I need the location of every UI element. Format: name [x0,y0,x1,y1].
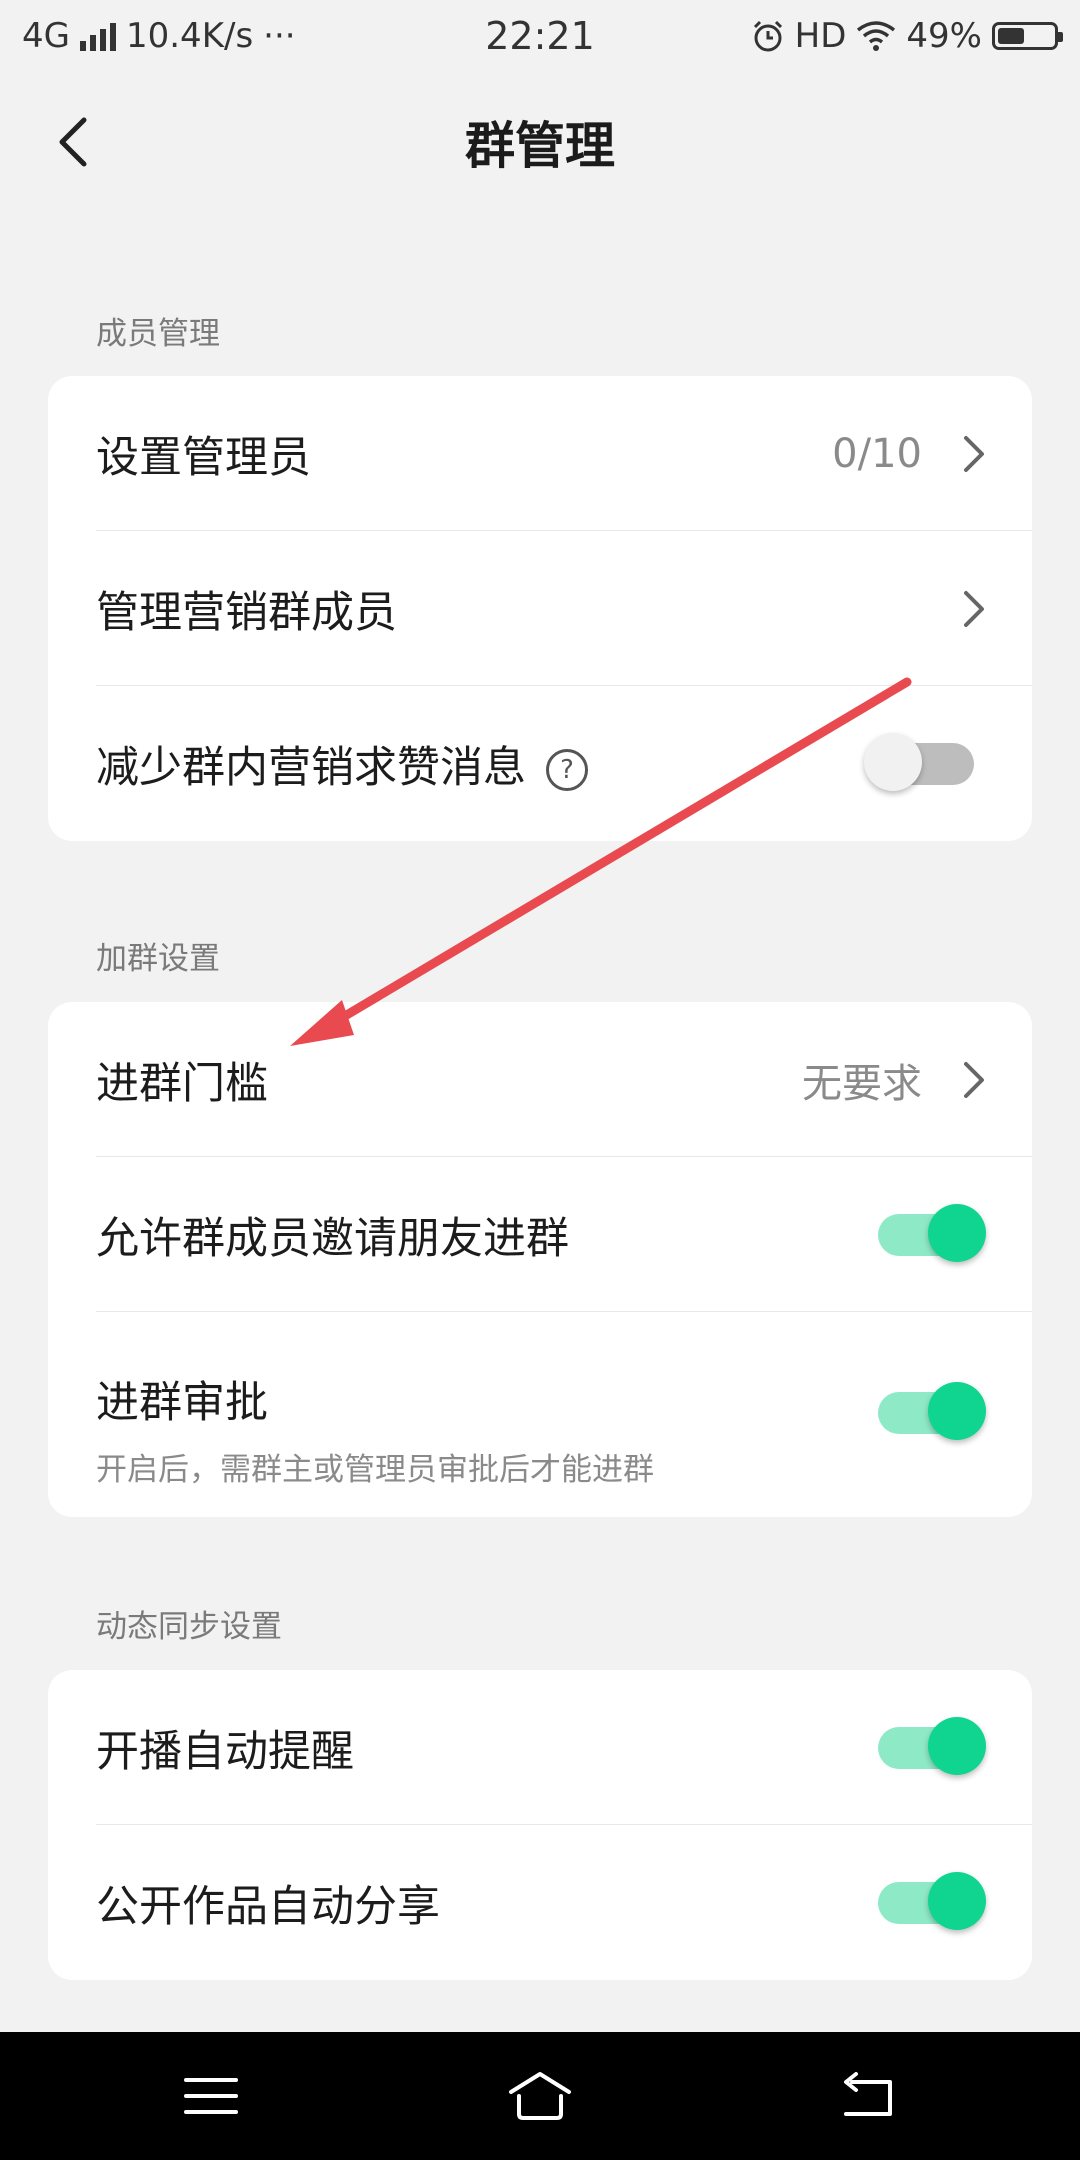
live-reminder-toggle[interactable] [878,1716,986,1775]
auto-share-toggle[interactable] [878,1871,986,1930]
return-icon[interactable] [834,2066,904,2126]
chevron-right-icon [964,1061,984,1098]
row-auto-share: 公开作品自动分享 [48,1825,1032,1980]
row-label: 管理营销群成员 [96,587,397,638]
toggle-knob [928,1871,986,1930]
toggle-knob [928,1203,986,1262]
chevron-right-icon [964,590,984,627]
threshold-value: 无要求 [802,1060,922,1107]
battery-percent: 49% [906,16,982,56]
section-title-join-settings: 加群设置 [96,941,220,977]
page-title: 群管理 [465,117,615,175]
section-title-member-management: 成员管理 [96,316,220,352]
navigation-bar [0,2032,1080,2160]
row-label: 减少群内营销求赞消息 [96,742,526,793]
chevron-right-icon [964,435,984,472]
card-member-management: 设置管理员 0/10 管理营销群成员 减少群内营销求赞消息? [48,376,1032,841]
toggle-knob [928,1716,986,1775]
toggle-knob [864,732,922,791]
header: 群管理 [0,76,1080,206]
row-description: 开启后，需群主或管理员审批后才能进群 [96,1452,654,1488]
row-live-reminder: 开播自动提醒 [48,1670,1032,1825]
row-label: 进群门槛 [96,1058,268,1109]
card-join-settings: 进群门槛 无要求 允许群成员邀请朋友进群 进群审批 开启后，需群主或管理员审批后… [48,1002,1032,1517]
reduce-marketing-toggle[interactable] [864,732,974,791]
battery-icon [992,22,1063,50]
card-sync-settings: 开播自动提醒 公开作品自动分享 [48,1670,1032,1980]
admin-count: 0/10 [832,430,922,477]
row-label: 进群审批 [96,1378,268,1428]
allow-invite-toggle[interactable] [878,1203,986,1262]
hd-indicator: HD [794,16,847,56]
row-allow-invite: 允许群成员邀请朋友进群 [48,1157,1032,1312]
row-reduce-marketing-messages: 减少群内营销求赞消息? [48,686,1032,841]
row-label: 允许群成员邀请朋友进群 [96,1213,569,1264]
section-title-sync-settings: 动态同步设置 [96,1609,282,1645]
row-set-admin[interactable]: 设置管理员 0/10 [48,376,1032,531]
join-approval-toggle[interactable] [878,1382,986,1440]
row-join-approval: 进群审批 开启后，需群主或管理员审批后才能进群 [48,1312,1032,1517]
battery-level [998,28,1024,44]
home-icon[interactable] [505,2066,575,2126]
row-label-wrap: 减少群内营销求赞消息? [96,733,588,795]
wifi-icon [857,21,896,51]
row-manage-marketing-members[interactable]: 管理营销群成员 [48,531,1032,686]
toggle-knob [928,1382,986,1440]
row-label: 公开作品自动分享 [96,1881,440,1932]
menu-icon[interactable] [176,2066,246,2126]
row-join-threshold[interactable]: 进群门槛 无要求 [48,1002,1032,1157]
status-right: HD 49% [751,16,1063,56]
row-label: 开播自动提醒 [96,1726,354,1777]
help-icon[interactable]: ? [546,749,588,791]
alarm-icon [753,20,782,52]
row-label: 设置管理员 [96,432,311,483]
status-bar: 4G 10.4K/s ··· 22:21 HD 49% [0,0,1080,76]
